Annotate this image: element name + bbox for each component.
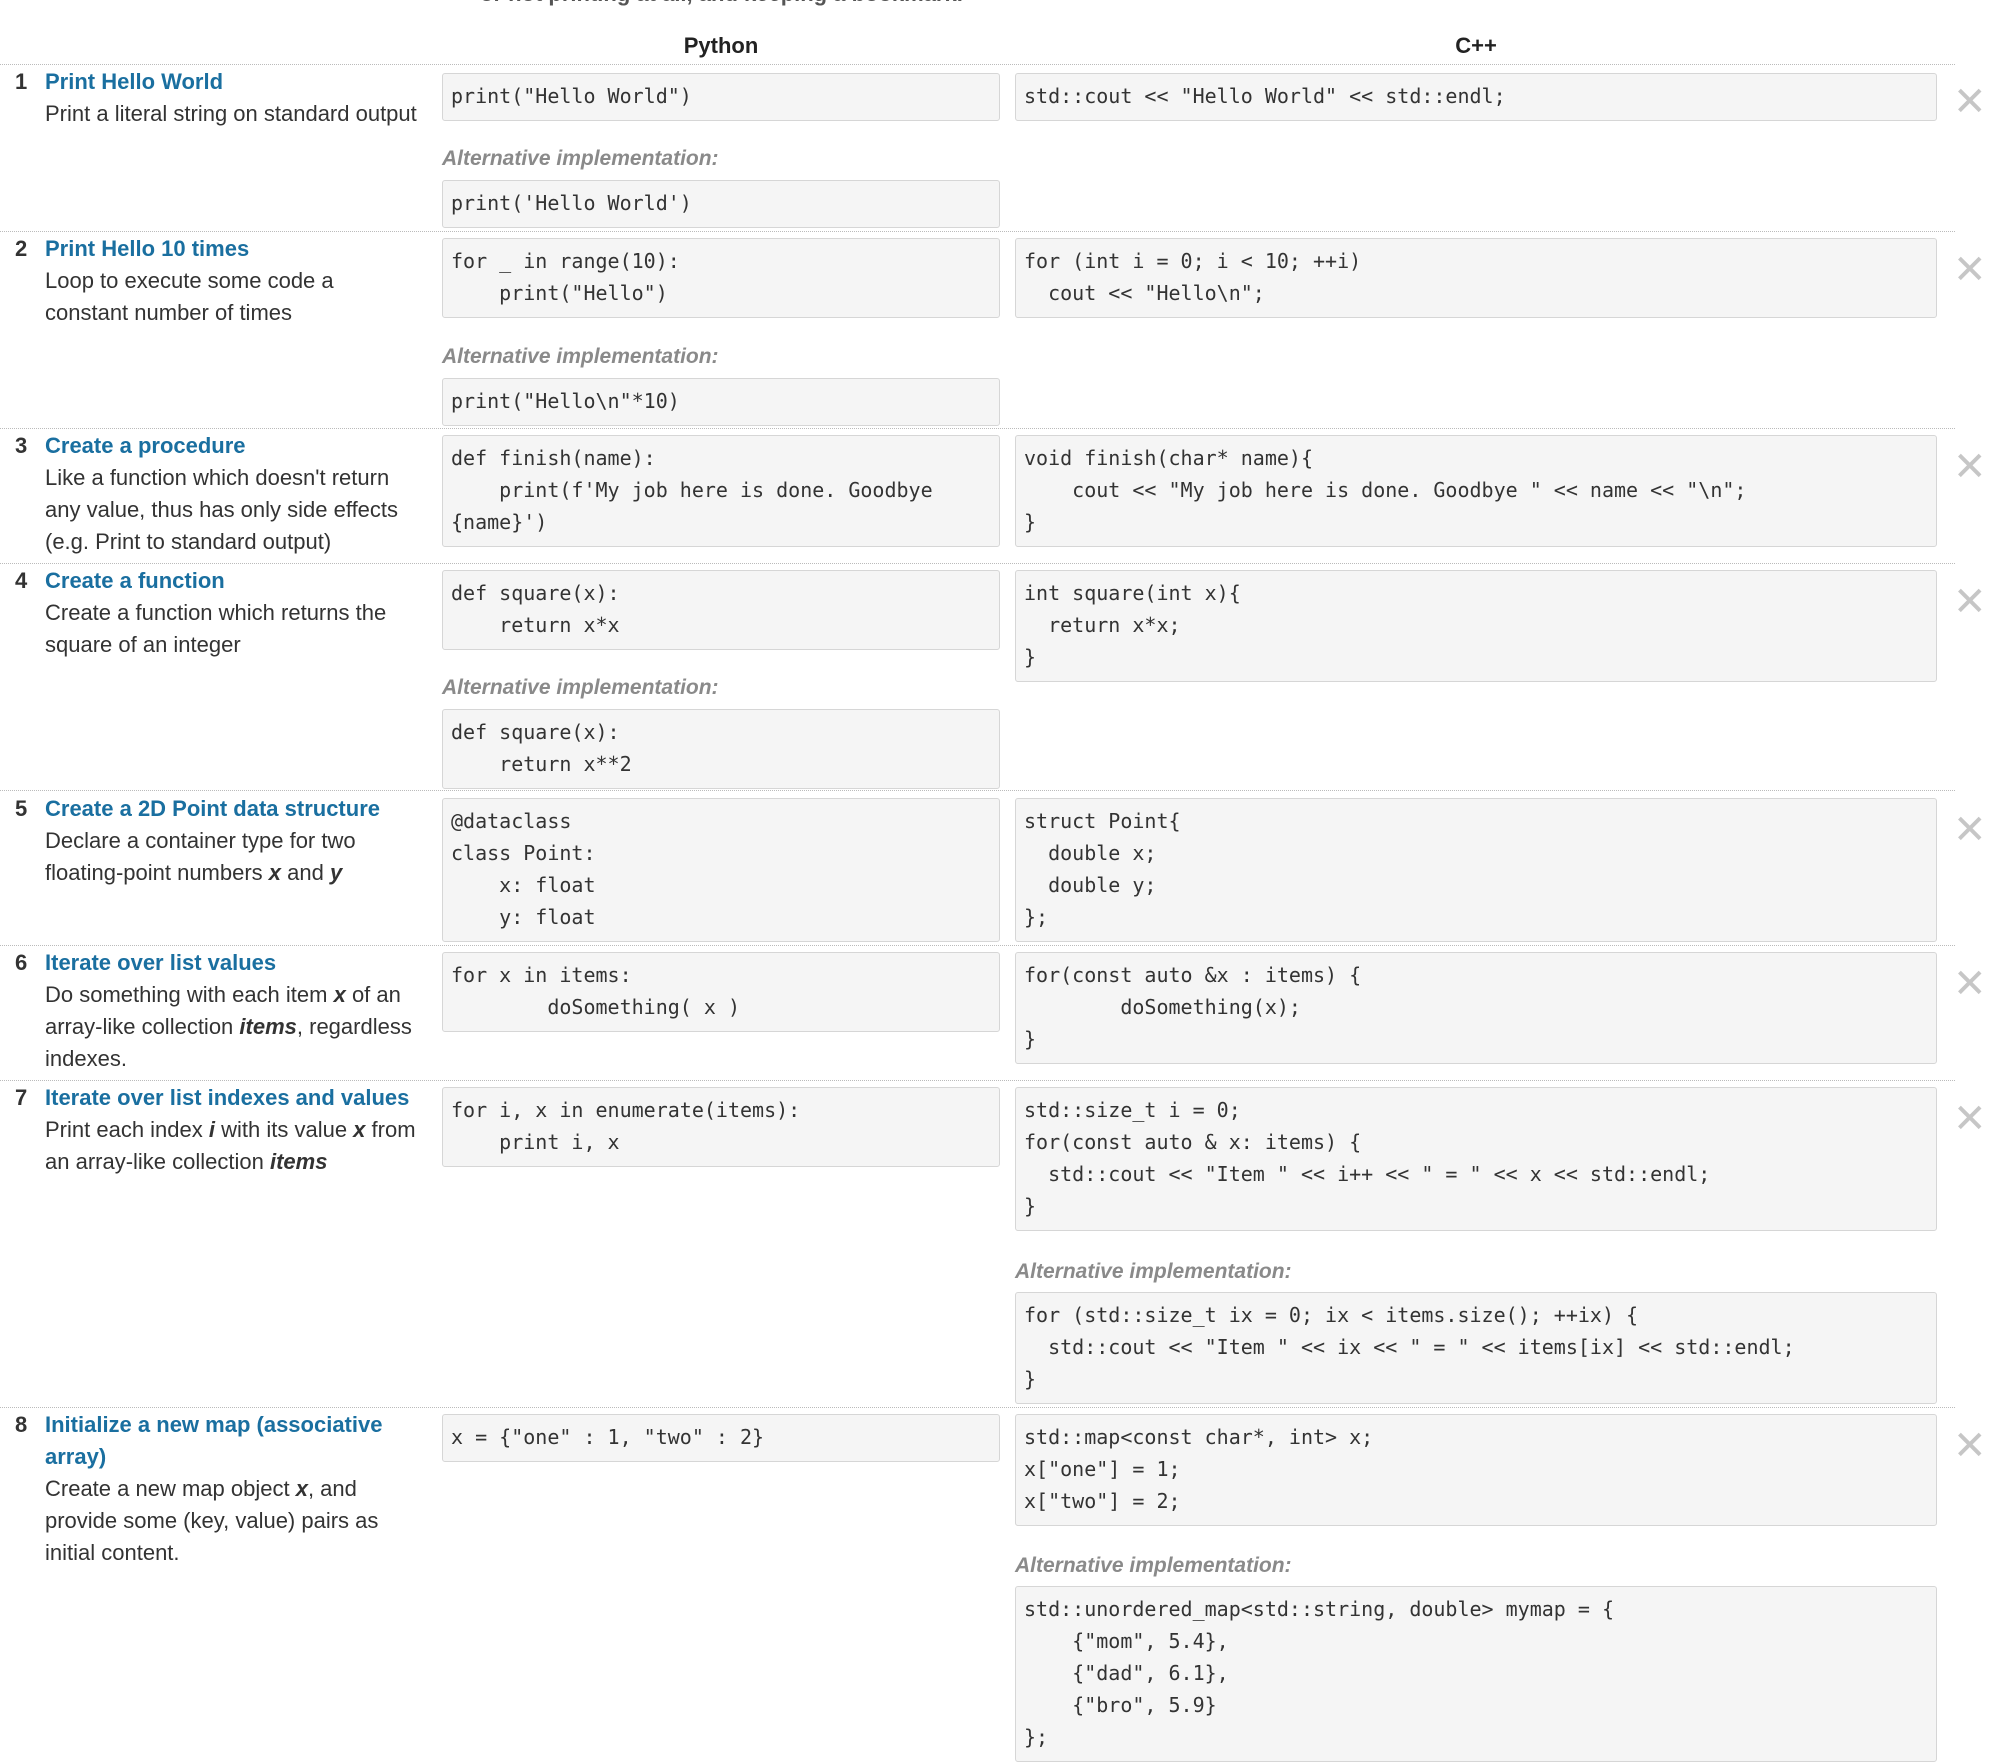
row-number: 7 xyxy=(15,1085,28,1110)
idiom-title-link[interactable]: Initialize a new map (associative array) xyxy=(45,1409,430,1473)
idiom-title-link[interactable]: Create a function xyxy=(45,565,445,597)
idiom-title-link[interactable]: Create a 2D Point data structure xyxy=(45,793,445,825)
idiom-description: Declare a container type for two floatin… xyxy=(45,828,356,885)
row-separator xyxy=(0,563,1955,564)
python-column-header: Python xyxy=(683,33,759,58)
close-icon[interactable]: ✕ xyxy=(1953,582,1987,622)
python-code-block[interactable]: def square(x): return x*x xyxy=(442,570,1000,650)
row-separator xyxy=(0,1080,1955,1081)
cpp-column-header: C++ xyxy=(1455,33,1497,58)
close-icon[interactable]: ✕ xyxy=(1953,82,1987,122)
idiom-description: Loop to execute some code a constant num… xyxy=(45,268,334,325)
row-separator xyxy=(0,945,1955,946)
alternative-implementation-label: Alternative implementation: xyxy=(1015,1260,1292,1283)
cpp-code-block[interactable]: for(const auto &x : items) { doSomething… xyxy=(1015,952,1937,1064)
python-code-block[interactable]: print("Hello World") xyxy=(442,73,1000,121)
idiom-description: Like a function which doesn't return any… xyxy=(45,465,399,554)
python-alt-code-block[interactable]: def square(x): return x**2 xyxy=(442,709,1000,789)
python-code-block[interactable]: def finish(name): print(f'My job here is… xyxy=(442,435,1000,547)
row-separator xyxy=(0,428,1955,429)
alternative-implementation-label: Alternative implementation: xyxy=(442,147,719,170)
idiom-description: Print a literal string on standard outpu… xyxy=(45,101,417,126)
row-number: 3 xyxy=(15,433,28,458)
close-icon[interactable]: ✕ xyxy=(1953,1099,1987,1139)
row-number: 4 xyxy=(15,568,28,593)
close-icon[interactable]: ✕ xyxy=(1953,964,1987,1004)
row-number: 6 xyxy=(15,950,28,975)
close-icon[interactable]: ✕ xyxy=(1953,810,1987,850)
idiom-title-link[interactable]: Iterate over list indexes and values xyxy=(45,1082,445,1114)
python-code-block[interactable]: for x in items: doSomething( x ) xyxy=(442,952,1000,1032)
cpp-code-block[interactable]: for (int i = 0; i < 10; ++i) cout << "He… xyxy=(1015,238,1937,318)
cpp-code-block[interactable]: void finish(char* name){ cout << "My job… xyxy=(1015,435,1937,547)
row-separator xyxy=(0,231,1955,232)
cpp-alt-code-block[interactable]: for (std::size_t ix = 0; ix < items.size… xyxy=(1015,1292,1937,1404)
idiom-title-link[interactable]: Print Hello 10 times xyxy=(45,233,445,265)
row-number: 2 xyxy=(15,236,28,261)
close-icon[interactable]: ✕ xyxy=(1953,1426,1987,1466)
cpp-code-block[interactable]: std::map<const char*, int> x; x["one"] =… xyxy=(1015,1414,1937,1526)
row-separator xyxy=(0,64,1955,65)
cpp-code-block[interactable]: struct Point{ double x; double y; }; xyxy=(1015,798,1937,942)
cpp-code-block[interactable]: int square(int x){ return x*x; } xyxy=(1015,570,1937,682)
idiom-description: Do something with each item x of an arra… xyxy=(45,982,412,1071)
cpp-alt-code-block[interactable]: std::unordered_map<std::string, double> … xyxy=(1015,1586,1937,1762)
python-alt-code-block[interactable]: print("Hello\n"*10) xyxy=(442,378,1000,426)
python-code-block[interactable]: x = {"one" : 1, "two" : 2} xyxy=(442,1414,1000,1462)
row-separator xyxy=(0,790,1955,791)
close-icon[interactable]: ✕ xyxy=(1953,250,1987,290)
alternative-implementation-label: Alternative implementation: xyxy=(1015,1554,1292,1577)
idiom-description: Create a function which returns the squa… xyxy=(45,600,387,657)
close-icon[interactable]: ✕ xyxy=(1953,447,1987,487)
cpp-code-block[interactable]: std::size_t i = 0; for(const auto & x: i… xyxy=(1015,1087,1937,1231)
row-number: 8 xyxy=(15,1412,28,1437)
python-code-block[interactable]: for i, x in enumerate(items): print i, x xyxy=(442,1087,1000,1167)
idiom-title-link[interactable]: Create a procedure xyxy=(45,430,445,462)
row-separator xyxy=(0,1407,1955,1408)
idiom-description: Print each index i with its value x from… xyxy=(45,1117,416,1174)
top-partial-text: or not printing at all, and keeping a bo… xyxy=(480,0,963,8)
row-number: 1 xyxy=(15,69,28,94)
python-code-block[interactable]: for _ in range(10): print("Hello") xyxy=(442,238,1000,318)
idiom-description: Create a new map object x, and provide s… xyxy=(45,1476,379,1565)
idiom-title-link[interactable]: Iterate over list values xyxy=(45,947,445,979)
alternative-implementation-label: Alternative implementation: xyxy=(442,345,719,368)
row-number: 5 xyxy=(15,796,28,821)
python-alt-code-block[interactable]: print('Hello World') xyxy=(442,180,1000,228)
python-code-block[interactable]: @dataclass class Point: x: float y: floa… xyxy=(442,798,1000,942)
cpp-code-block[interactable]: std::cout << "Hello World" << std::endl; xyxy=(1015,73,1937,121)
idiom-title-link[interactable]: Print Hello World xyxy=(45,66,445,98)
alternative-implementation-label: Alternative implementation: xyxy=(442,676,719,699)
